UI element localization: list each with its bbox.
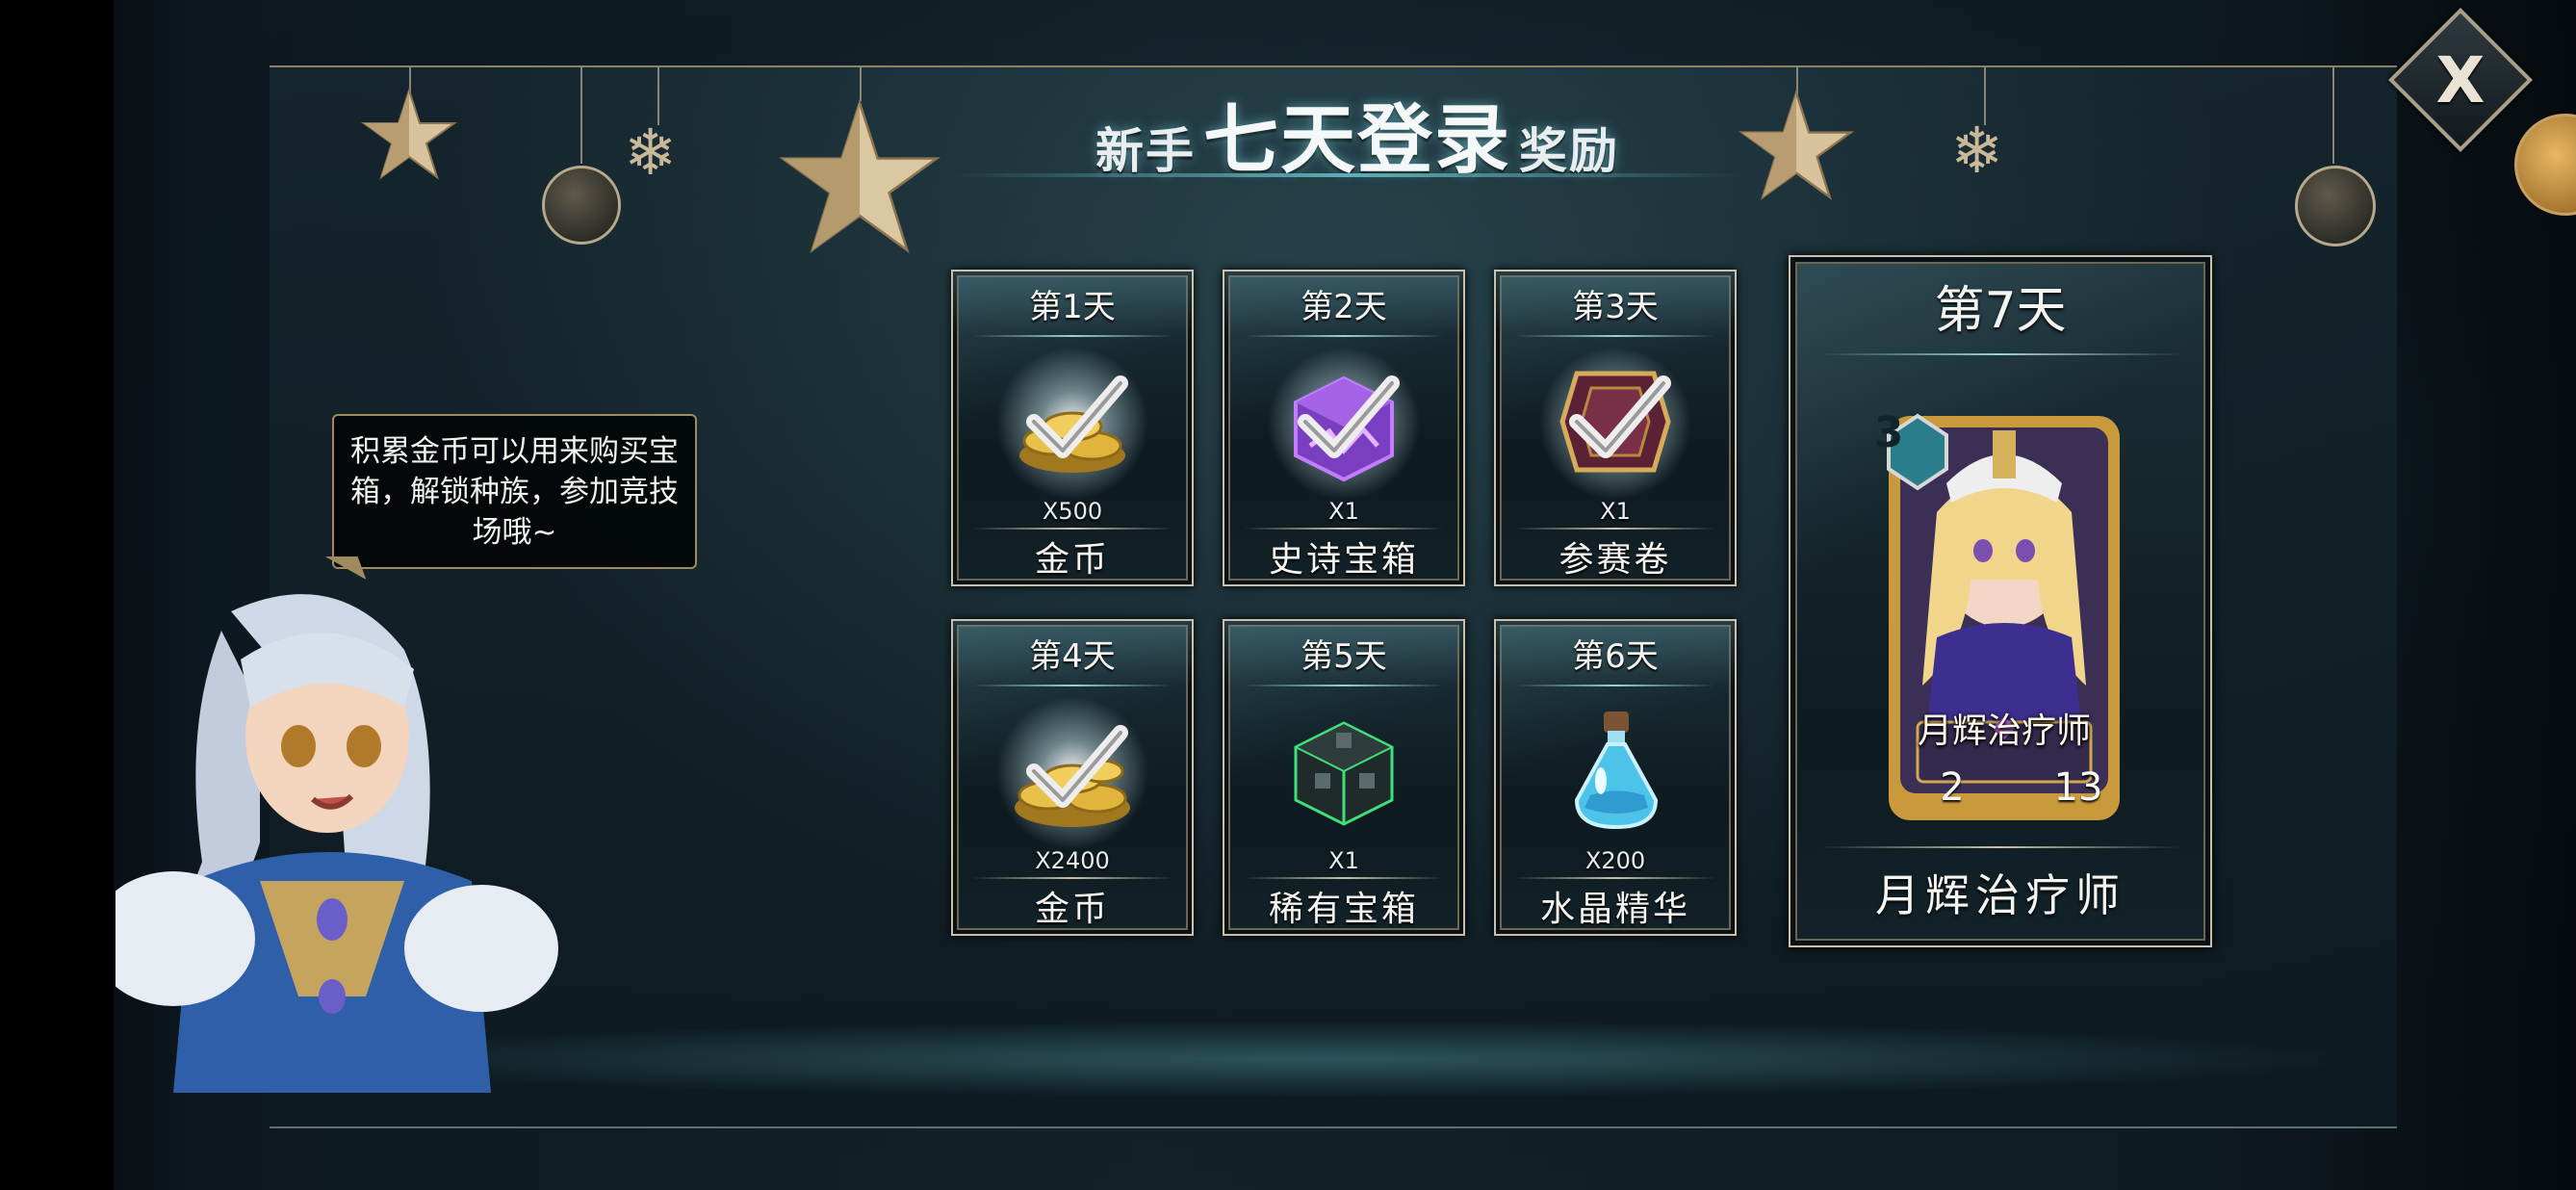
reward-name: 金币	[1034, 540, 1110, 580]
reward-name: 参赛卷	[1558, 540, 1672, 580]
hero-card-name: 月辉治疗师	[1917, 711, 2091, 751]
star-decoration-icon	[779, 98, 940, 254]
title-underline	[953, 173, 1742, 177]
day-4-reward-card[interactable]: 第4天 X2400 金币	[951, 619, 1194, 936]
reward-quantity: X500	[1042, 498, 1103, 525]
reward-name: 水晶精华	[1539, 890, 1690, 929]
day-7-reward-card[interactable]: 第7天 3 月辉治疗师 2 13 月辉治疗师	[1789, 255, 2212, 947]
snowflake-icon: ❄	[624, 116, 678, 190]
day-label: 第7天	[1934, 281, 2067, 340]
panel-bottom-glow	[289, 1021, 2358, 1098]
divider	[1244, 335, 1444, 337]
day-label: 第2天	[1224, 272, 1463, 335]
reward-quantity: X2400	[1035, 847, 1110, 874]
divider	[1515, 528, 1715, 530]
day-6-reward-card[interactable]: 第6天 X200 水晶精华	[1494, 619, 1737, 936]
ornament-string	[580, 67, 582, 164]
reward-quantity: X200	[1584, 847, 1646, 874]
divider	[1244, 877, 1444, 879]
tip-bubble: 积累金币可以用来购买宝箱，解锁种族，参加竞技场哦~	[332, 414, 697, 569]
day-1-reward-card[interactable]: 第1天 X500 金币	[951, 270, 1194, 586]
rare-chest-icon	[1293, 721, 1395, 826]
title-main: 七天登录	[1202, 97, 1511, 184]
guide-character-portrait	[116, 594, 558, 1093]
crystal-essence-icon	[1574, 711, 1659, 830]
day-label: 第5天	[1224, 621, 1463, 685]
epic-chest-icon	[1294, 375, 1400, 482]
tip-text: 积累金币可以用来购买宝箱，解锁种族，参加竞技场哦~	[350, 433, 679, 550]
reward-quantity: X1	[1600, 498, 1631, 525]
day-label: 第6天	[1496, 621, 1735, 685]
divider	[972, 335, 1172, 337]
entry-ticket-icon	[1559, 371, 1671, 473]
ornament-ball-icon	[542, 166, 621, 245]
divider	[1244, 528, 1444, 530]
star-decoration-icon	[361, 87, 457, 180]
ornament-ball-icon	[2295, 166, 2376, 246]
screen-edge	[0, 0, 114, 1190]
gold-coins-icon	[1015, 725, 1130, 827]
day-label: 第3天	[1496, 272, 1735, 335]
reward-name: 史诗宝箱	[1268, 540, 1419, 580]
day-label: 第4天	[953, 621, 1192, 685]
reward-name: 月辉治疗师	[1875, 869, 2125, 921]
day-label: 第1天	[953, 272, 1192, 335]
hero-level-badge: 3	[1873, 407, 1904, 457]
reward-quantity: X1	[1328, 847, 1359, 874]
divider	[1515, 685, 1715, 686]
reward-quantity: X1	[1328, 498, 1359, 525]
divider	[1819, 353, 2181, 355]
day-5-reward-card[interactable]: 第5天 X1 稀有宝箱	[1223, 619, 1465, 936]
day-3-reward-card[interactable]: 第3天 X1 参赛卷	[1494, 270, 1737, 586]
gold-coins-icon	[1019, 375, 1128, 473]
divider	[972, 685, 1172, 686]
day-2-reward-card[interactable]: 第2天 X1 史诗宝箱	[1223, 270, 1465, 586]
divider	[1515, 335, 1715, 337]
divider	[972, 877, 1172, 879]
hero-attack-value: 2	[1940, 765, 1965, 810]
reward-name: 稀有宝箱	[1268, 890, 1419, 929]
divider	[1819, 846, 2181, 848]
divider	[1515, 877, 1715, 879]
divider	[1244, 685, 1444, 686]
snowflake-icon: ❄	[1950, 114, 2004, 188]
reward-name: 金币	[1034, 890, 1110, 929]
ornament-string	[2332, 67, 2334, 164]
divider	[972, 528, 1172, 530]
hero-health-value: 13	[2053, 765, 2103, 810]
star-decoration-icon	[1739, 89, 1854, 200]
close-icon[interactable]: X	[2409, 29, 2512, 131]
